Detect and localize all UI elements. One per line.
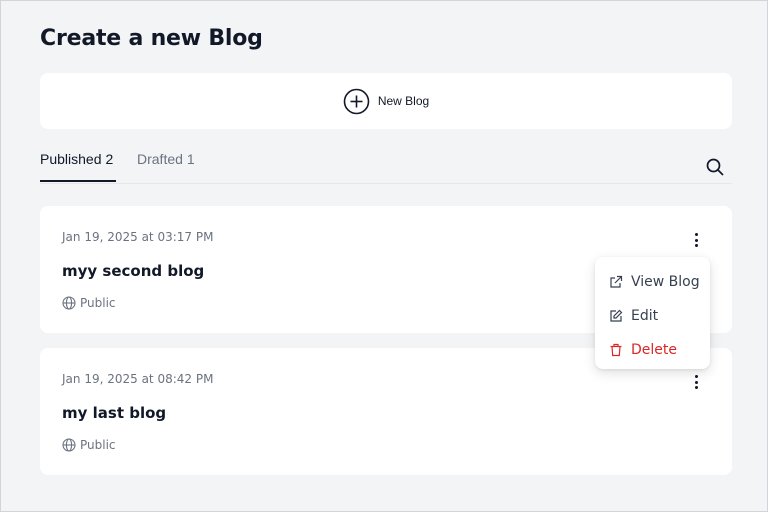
visibility-label: Public [80,438,116,452]
visibility-label: Public [80,296,116,310]
tab-published-count: 2 [105,151,114,167]
blog-visibility: Public [62,296,116,310]
blog-tabs: Published 2 Drafted 1 [40,147,732,184]
tab-published-label: Published [40,151,102,167]
menu-item-edit[interactable]: Edit [595,299,710,333]
blog-date: Jan 19, 2025 at 08:42 PM [62,372,214,386]
menu-item-delete[interactable]: Delete [595,333,710,367]
blog-title[interactable]: myy second blog [62,262,204,280]
new-blog-button[interactable]: New Blog [40,73,732,129]
tab-drafted-label: Drafted [137,151,183,167]
blog-date: Jan 19, 2025 at 03:17 PM [62,230,214,244]
edit-icon [609,309,623,323]
menu-item-label: Edit [631,308,659,324]
tab-drafted[interactable]: Drafted 1 [137,151,195,182]
trash-icon [609,343,623,357]
menu-item-label: Delete [631,342,677,358]
new-blog-label: New Blog [377,94,430,108]
tab-published[interactable]: Published 2 [40,151,116,182]
blog-title[interactable]: my last blog [62,404,166,422]
menu-item-view-blog[interactable]: View Blog [595,265,710,299]
blog-visibility: Public [62,438,116,452]
menu-item-label: View Blog [631,274,700,290]
globe-icon [62,438,76,452]
blog-options-menu: View Blog Edit Delete [595,257,710,369]
external-link-icon [609,275,623,289]
page-title: Create a new Blog [40,26,263,51]
globe-icon [62,296,76,310]
more-options-icon[interactable] [688,232,704,248]
tab-drafted-count: 1 [186,151,195,167]
more-options-icon[interactable] [688,374,704,390]
plus-circle-icon [343,88,370,115]
search-icon[interactable] [706,158,724,176]
